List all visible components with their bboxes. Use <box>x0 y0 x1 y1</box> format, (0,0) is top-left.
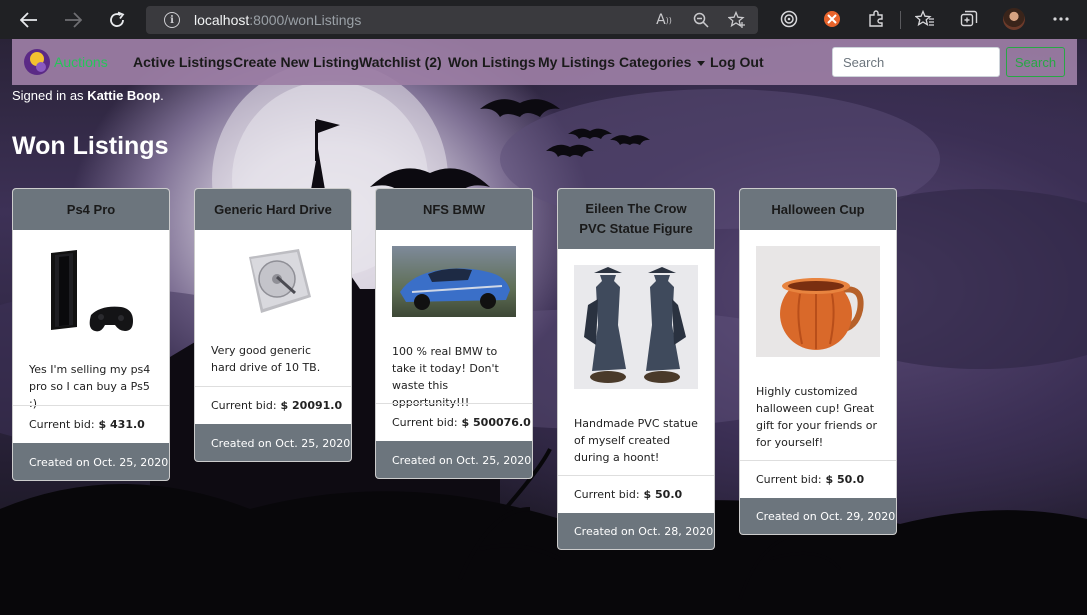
top-navbar: Auctions Active Listings Create New List… <box>12 39 1077 85</box>
toolbar-divider <box>900 11 901 29</box>
page-title: Won Listings <box>12 132 169 160</box>
nav-my-listings[interactable]: My Listings <box>538 54 615 70</box>
listing-image-ps4[interactable] <box>29 247 153 337</box>
bid-value: $ 50.0 <box>825 473 865 486</box>
bid-label: Current bid: <box>756 473 822 486</box>
card-current-bid: Current bid: $ 50.0 <box>740 460 896 498</box>
caret-down-icon <box>697 60 706 66</box>
bid-value: $ 431.0 <box>98 418 145 431</box>
listing-card[interactable]: Eileen The Crow PVC Statue Figure Handma… <box>557 188 715 550</box>
url-text[interactable]: localhost:8000/wonListings <box>194 12 361 28</box>
search-button[interactable]: Search <box>1006 47 1065 77</box>
bid-value: $ 50.0 <box>643 488 683 501</box>
card-title[interactable]: Halloween Cup <box>740 189 896 230</box>
profile-avatar[interactable] <box>1003 8 1025 30</box>
site-info-icon[interactable]: i <box>164 12 180 28</box>
zoom-icon[interactable] <box>691 10 711 30</box>
read-aloud-icon[interactable]: A)) <box>654 10 674 30</box>
more-icon[interactable] <box>1050 8 1072 30</box>
nav-watchlist[interactable]: Watchlist (2) <box>359 54 442 70</box>
brand-link[interactable]: Auctions <box>24 49 108 75</box>
page-content: Auctions Active Listings Create New List… <box>0 39 1087 615</box>
extensions-icon[interactable] <box>865 8 887 30</box>
card-created-date: Created on Oct. 29, 2020 <box>740 498 896 534</box>
nav-active-listings[interactable]: Active Listings <box>133 54 233 70</box>
browser-toolbar: i localhost:8000/wonListings A)) <box>0 0 1087 39</box>
card-title[interactable]: NFS BMW <box>376 189 532 230</box>
refresh-icon[interactable] <box>105 8 129 32</box>
bid-label: Current bid: <box>29 418 95 431</box>
listing-card[interactable]: Halloween Cup Highly customized hallowee… <box>739 188 897 535</box>
brand-logo <box>24 49 50 75</box>
card-current-bid: Current bid: $ 500076.0 <box>376 403 532 441</box>
card-created-date: Created on Oct. 28, 2020 <box>558 513 714 549</box>
address-bar[interactable]: i localhost:8000/wonListings A)) <box>146 6 758 34</box>
signed-in-username: Kattie Boop <box>87 88 161 103</box>
nav-won-listings[interactable]: Won Listings <box>448 54 536 70</box>
listing-image-hard-drive[interactable] <box>211 247 335 319</box>
card-created-date: Created on Oct. 25, 2020 <box>13 443 169 480</box>
card-description: Handmade PVC statue of myself created du… <box>574 417 698 464</box>
bid-label: Current bid: <box>392 416 458 429</box>
bid-value: $ 500076.0 <box>461 416 531 429</box>
bid-label: Current bid: <box>211 399 277 412</box>
extension-orange-icon[interactable] <box>821 8 843 30</box>
card-description: Very good generic hard drive of 10 TB. <box>211 344 321 374</box>
card-description: 100 % real BMW to take it today! Don't w… <box>392 345 499 409</box>
card-current-bid: Current bid: $ 431.0 <box>13 405 169 443</box>
favorites-icon[interactable] <box>914 8 936 30</box>
tracking-prevention-icon[interactable] <box>778 8 800 30</box>
listing-image-statue[interactable] <box>574 265 698 389</box>
nav-categories-dropdown[interactable]: Categories <box>619 54 706 70</box>
card-current-bid: Current bid: $ 50.0 <box>558 475 714 513</box>
card-current-bid: Current bid: $ 20091.0 <box>195 386 351 424</box>
card-title[interactable]: Eileen The Crow PVC Statue Figure <box>558 189 714 249</box>
card-description: Highly customized halloween cup! Great g… <box>756 385 878 449</box>
nav-categories-label: Categories <box>619 54 692 70</box>
bid-value: $ 20091.0 <box>280 399 343 412</box>
card-title[interactable]: Generic Hard Drive <box>195 189 351 230</box>
listing-card[interactable]: Ps4 Pro Yes I'm selling my ps4 pro so I … <box>12 188 170 481</box>
forward-icon[interactable] <box>61 8 85 32</box>
nav-logout[interactable]: Log Out <box>710 54 764 70</box>
favorite-add-icon[interactable] <box>727 10 747 30</box>
collections-icon[interactable] <box>958 8 980 30</box>
card-created-date: Created on Oct. 25, 2020 <box>195 424 351 461</box>
bid-label: Current bid: <box>574 488 640 501</box>
nav-create-listing[interactable]: Create New Listing <box>233 54 359 70</box>
listing-card[interactable]: Generic Hard Drive Very good generic har… <box>194 188 352 462</box>
signed-in-prefix: Signed in as <box>12 88 84 103</box>
back-icon[interactable] <box>17 8 41 32</box>
brand-name: Auctions <box>54 54 108 70</box>
listing-card[interactable]: NFS BMW 100 % real BMW to take it today!… <box>375 188 533 479</box>
card-title[interactable]: Ps4 Pro <box>13 189 169 230</box>
card-created-date: Created on Oct. 25, 2020 <box>376 441 532 478</box>
signed-in-suffix: . <box>160 88 164 103</box>
listing-image-cup[interactable] <box>756 246 880 357</box>
signed-in-text: Signed in as Kattie Boop. <box>12 88 164 103</box>
listing-image-bmw[interactable] <box>392 246 516 317</box>
search-input[interactable] <box>832 47 1000 77</box>
